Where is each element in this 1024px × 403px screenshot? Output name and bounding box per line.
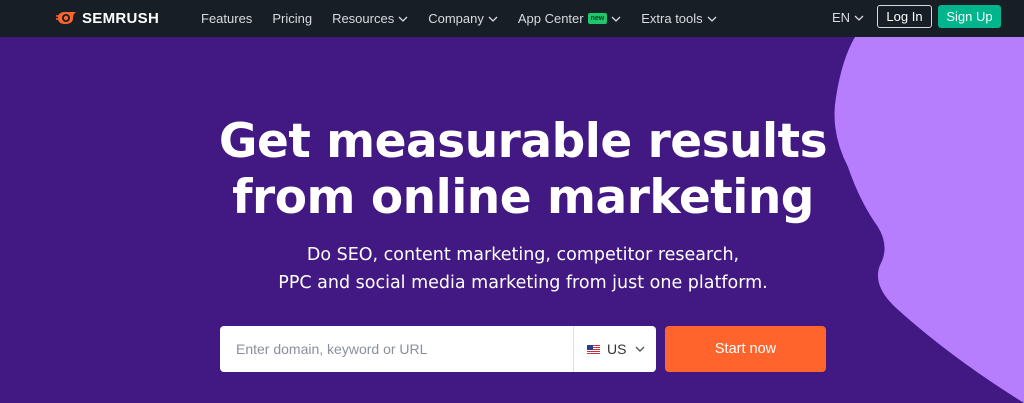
subhead-line-2: PPC and social media marketing from just…: [278, 273, 768, 293]
login-button[interactable]: Log In: [877, 5, 932, 28]
hero-headline: Get measurable results from online marke…: [0, 114, 1024, 226]
headline-line-2: from online marketing: [232, 170, 814, 225]
nav-item-label: Extra tools: [641, 11, 703, 26]
nav-item-label: Pricing: [272, 11, 313, 26]
signup-button[interactable]: Sign Up: [938, 5, 1001, 28]
database-label: US: [607, 341, 627, 357]
search-bar: US: [220, 326, 656, 372]
logo-text: SEMRUSH: [82, 9, 160, 27]
main-menu: Features Pricing Resources Company App C…: [201, 0, 737, 37]
new-badge: new: [587, 13, 608, 24]
nav-item-label: App Center: [517, 11, 584, 26]
nav-item-extra-tools[interactable]: Extra tools: [641, 11, 717, 26]
language-label: EN: [832, 10, 851, 25]
chevron-down-icon: [707, 16, 717, 22]
top-navbar: SEMRUSH Features Pricing Resources Compa…: [0, 0, 1024, 37]
nav-item-company[interactable]: Company: [428, 11, 498, 26]
chevron-down-icon: [635, 346, 645, 352]
nav-item-label: Features: [201, 11, 253, 26]
headline-line-1: Get measurable results: [218, 114, 828, 169]
nav-item-pricing[interactable]: Pricing: [272, 11, 312, 26]
nav-item-resources[interactable]: Resources: [332, 11, 408, 26]
nav-item-app-center[interactable]: App Center new: [518, 11, 621, 26]
chevron-down-icon: [488, 16, 498, 22]
nav-item-label: Company: [428, 11, 484, 26]
chevron-down-icon: [398, 16, 408, 22]
subhead-line-1: Do SEO, content marketing, competitor re…: [306, 245, 740, 265]
us-flag-icon: [587, 344, 600, 354]
semrush-flame-logo-icon: [56, 12, 76, 24]
start-now-button[interactable]: Start now: [665, 326, 826, 372]
chevron-down-icon: [611, 16, 621, 22]
language-selector[interactable]: EN: [832, 10, 864, 25]
database-selector[interactable]: US: [574, 326, 645, 372]
nav-item-features[interactable]: Features: [201, 11, 252, 26]
nav-item-label: Resources: [332, 11, 395, 26]
semrush-logo[interactable]: SEMRUSH: [56, 8, 159, 28]
hero-subheading: Do SEO, content marketing, competitor re…: [0, 241, 1024, 297]
domain-search-input[interactable]: [220, 326, 573, 372]
chevron-down-icon: [854, 15, 864, 21]
